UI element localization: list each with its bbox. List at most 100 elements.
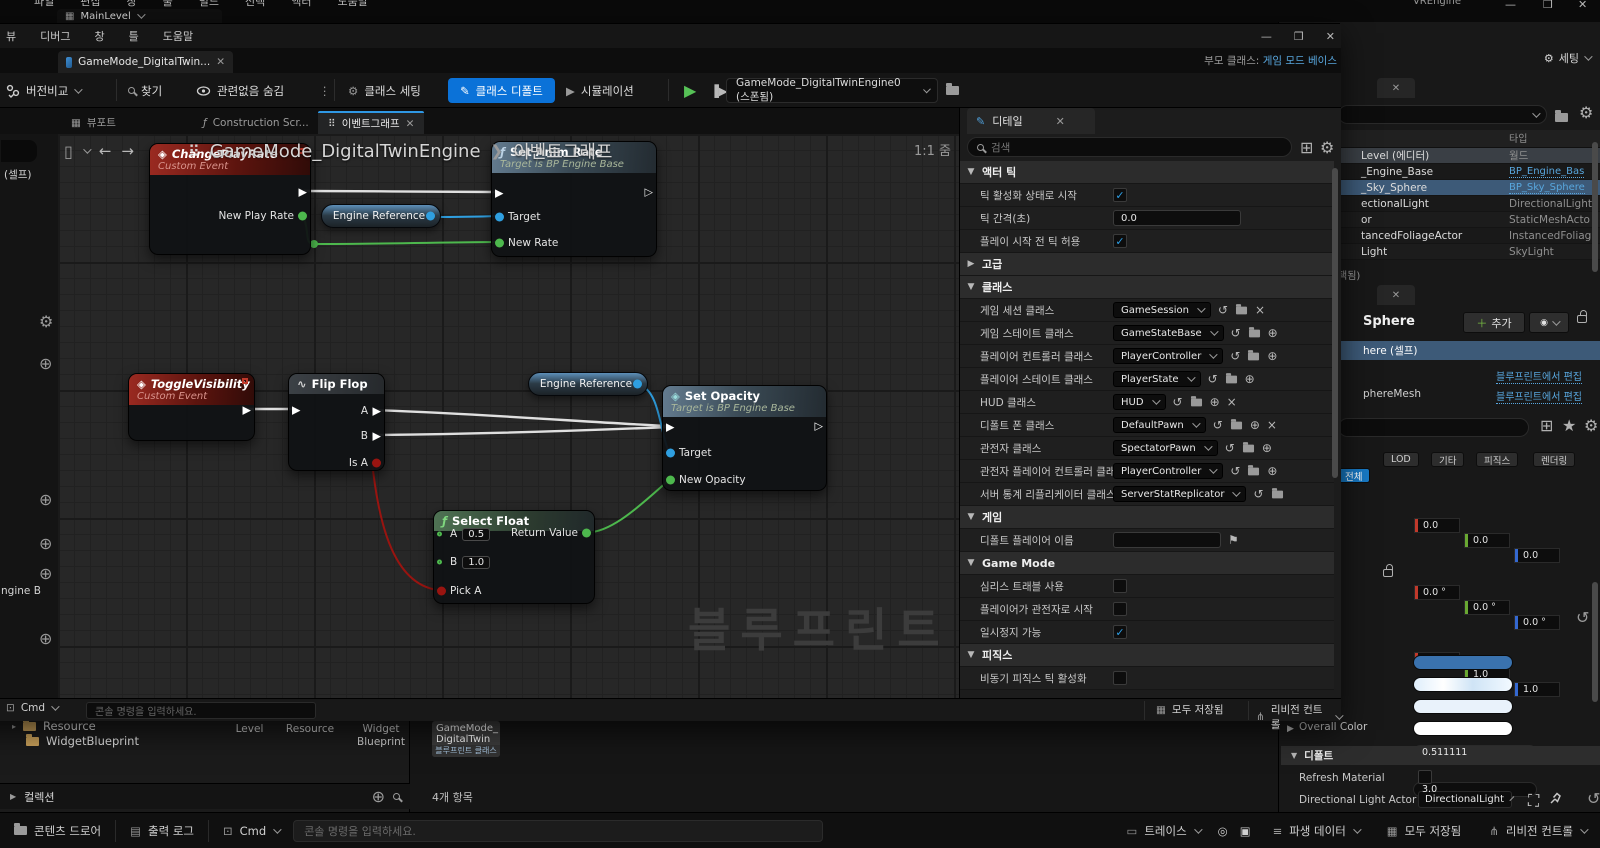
outliner-settings-icon[interactable]: ⚙ bbox=[1579, 103, 1593, 122]
checkbox[interactable]: ✓ bbox=[1113, 188, 1127, 202]
details-section-0[interactable]: ▼액터 틱 bbox=[960, 161, 1334, 184]
reset-icon[interactable]: ↺ bbox=[1225, 441, 1235, 455]
reset-icon[interactable]: ↺ bbox=[1230, 464, 1240, 478]
add-icon[interactable]: ⊕ bbox=[1250, 418, 1260, 432]
browse-icon[interactable] bbox=[1248, 329, 1261, 338]
add-icon[interactable]: ⊕ bbox=[1268, 326, 1278, 340]
clear-icon[interactable]: × bbox=[1227, 395, 1237, 409]
browse-icon[interactable] bbox=[1271, 490, 1284, 499]
float-in-pin[interactable] bbox=[437, 560, 442, 565]
folder-item-resource[interactable]: ▸ Resource bbox=[12, 719, 96, 733]
all-saved-button[interactable]: ▦ 모두 저장됨 bbox=[1373, 813, 1475, 848]
grid-view-icon[interactable]: ⊞ bbox=[1540, 416, 1553, 435]
all-saved-button[interactable]: ▦ 모두 저장됨 bbox=[1156, 702, 1224, 717]
swatch-blue[interactable] bbox=[1413, 655, 1513, 670]
float-in-pin[interactable] bbox=[666, 476, 675, 485]
cmd-dropdown[interactable]: ⊡ Cmd bbox=[6, 702, 57, 714]
close-icon[interactable]: ✕ bbox=[1056, 115, 1065, 128]
bool-out-pin[interactable] bbox=[372, 459, 381, 468]
value-field[interactable] bbox=[1113, 532, 1221, 548]
checkbox[interactable] bbox=[1113, 579, 1127, 593]
pick-actor-icon[interactable]: ⛶ bbox=[1528, 791, 1539, 811]
add-icon[interactable]: ⊕ bbox=[1267, 464, 1277, 478]
asset-tab[interactable]: GameMode_DigitalTwin... ✕ bbox=[58, 51, 233, 73]
value-field[interactable]: 0.0 bbox=[1113, 210, 1241, 226]
exec-out-pin[interactable]: ▶ bbox=[373, 406, 381, 417]
settings-button[interactable]: ⚙ 세팅 bbox=[1544, 50, 1590, 66]
actor-type[interactable]: BP_Engine_Bas bbox=[1509, 166, 1584, 178]
main-minimize-button[interactable]: — bbox=[1505, 0, 1516, 11]
main-menu-item-0[interactable]: 파일 bbox=[34, 0, 54, 11]
checkbox[interactable]: ✓ bbox=[1113, 625, 1127, 639]
bp-menu-item-3[interactable]: 틀 bbox=[129, 28, 139, 44]
reset-icon[interactable]: ↺ bbox=[1576, 608, 1589, 627]
object-out-pin[interactable] bbox=[633, 380, 642, 389]
reset-icon[interactable]: ↺ bbox=[1587, 789, 1600, 808]
record-icon[interactable]: ◎ bbox=[1214, 813, 1232, 848]
exec-out-pin[interactable]: ▷ bbox=[815, 421, 823, 432]
grid-view-icon[interactable]: ⊞ bbox=[1300, 138, 1313, 157]
trace-button[interactable]: ▭ 트레이스 bbox=[1112, 813, 1213, 848]
float-in-pin[interactable] bbox=[437, 532, 442, 537]
favorites-star-icon[interactable]: ★ bbox=[1562, 416, 1576, 435]
float-in-pin[interactable] bbox=[495, 239, 504, 248]
bool-in-pin[interactable] bbox=[437, 587, 446, 596]
exec-out-pin[interactable]: ▶ bbox=[373, 431, 381, 442]
exec-in-pin[interactable]: ▶ bbox=[666, 422, 674, 433]
object-out-pin[interactable] bbox=[426, 212, 435, 221]
swatch-light[interactable] bbox=[1413, 699, 1513, 714]
gear-icon[interactable]: ⚙ bbox=[39, 312, 53, 331]
bp-menu-item-2[interactable]: 창 bbox=[95, 28, 105, 44]
class-select[interactable]: PlayerState bbox=[1113, 371, 1201, 387]
diff-button[interactable]: 버전비교 bbox=[6, 78, 80, 103]
reset-icon[interactable]: ↺ bbox=[1213, 418, 1223, 432]
add-icon[interactable]: ⊕ bbox=[1262, 441, 1272, 455]
forward-arrow-icon[interactable]: → bbox=[121, 142, 134, 160]
add-icon[interactable]: ⊕ bbox=[39, 534, 52, 553]
browse-icon[interactable] bbox=[1225, 375, 1238, 384]
exec-out-pin[interactable]: ▶ bbox=[243, 405, 251, 416]
find-button[interactable]: 찾기 bbox=[128, 78, 162, 103]
filter-chip-all[interactable]: 전체 bbox=[1337, 468, 1370, 483]
add-icon[interactable]: ⊕ bbox=[39, 490, 52, 509]
clear-icon[interactable]: × bbox=[1267, 418, 1277, 432]
swatch-horizon[interactable] bbox=[1413, 677, 1513, 692]
search-icon[interactable] bbox=[393, 793, 400, 800]
reset-icon[interactable]: ↺ bbox=[1230, 349, 1240, 363]
eyedropper-icon[interactable] bbox=[1549, 790, 1562, 809]
transform-field-0-2[interactable]: 0.0 bbox=[1514, 548, 1560, 563]
transform-field-2-2[interactable]: 1.0 bbox=[1514, 682, 1560, 697]
reset-icon[interactable]: ↺ bbox=[1253, 487, 1263, 501]
edit-in-blueprint-link[interactable]: 블루프린트에서 편집 bbox=[1496, 368, 1582, 384]
class-select[interactable]: ServerStatReplicator bbox=[1113, 486, 1246, 502]
collections-bar[interactable]: ▶ 컬렉션 ⊕ bbox=[0, 783, 410, 809]
derived-data-button[interactable]: ≡ 파생 데이터 bbox=[1259, 813, 1373, 848]
clear-icon[interactable]: × bbox=[1255, 303, 1265, 317]
exec-in-pin[interactable]: ▶ bbox=[292, 405, 300, 416]
asset-tile-label[interactable]: Widget Blueprint bbox=[345, 723, 417, 749]
object-in-pin[interactable] bbox=[666, 449, 675, 458]
outliner-scrollbar[interactable] bbox=[1592, 142, 1598, 272]
object-in-pin[interactable] bbox=[495, 213, 504, 222]
snapshot-icon[interactable]: ▣ bbox=[1232, 813, 1259, 848]
transform-field-0-0[interactable]: 0.0 bbox=[1414, 518, 1460, 533]
filter-chip-1[interactable]: 기타 bbox=[1431, 452, 1464, 467]
exec-out-pin[interactable]: ▷ bbox=[645, 187, 653, 198]
bp-menu-item-0[interactable]: 뷰 bbox=[6, 28, 16, 44]
add-icon[interactable]: ⊕ bbox=[1245, 372, 1255, 386]
reset-icon[interactable]: ↺ bbox=[1208, 372, 1218, 386]
transform-field-1-1[interactable]: 0.0 ° bbox=[1464, 600, 1510, 615]
add-icon[interactable]: ⊕ bbox=[1210, 395, 1220, 409]
level-tab[interactable]: ▦ MainLevel bbox=[57, 9, 222, 23]
bp-maximize-button[interactable]: ❒ bbox=[1294, 30, 1304, 43]
class-defaults-button[interactable]: ✎ 클래스 디폴트 bbox=[448, 78, 555, 103]
console-input[interactable]: 콘솔 명령을 입력하세요. bbox=[293, 820, 823, 842]
float-out-pin[interactable] bbox=[298, 212, 307, 221]
transform-field-1-2[interactable]: 0.0 ° bbox=[1514, 615, 1560, 630]
cmd-dropdown[interactable]: ⊡ Cmd bbox=[209, 813, 293, 848]
node-engine-reference[interactable]: Engine Reference bbox=[528, 372, 648, 396]
browse-to-asset-icon[interactable] bbox=[946, 78, 959, 103]
revision-control-button[interactable]: ⋔ 리비전 컨트롤 bbox=[1256, 702, 1341, 732]
blueprint-dropdown-button[interactable]: ◉ bbox=[1529, 312, 1569, 333]
refresh-material-checkbox[interactable] bbox=[1418, 770, 1432, 784]
